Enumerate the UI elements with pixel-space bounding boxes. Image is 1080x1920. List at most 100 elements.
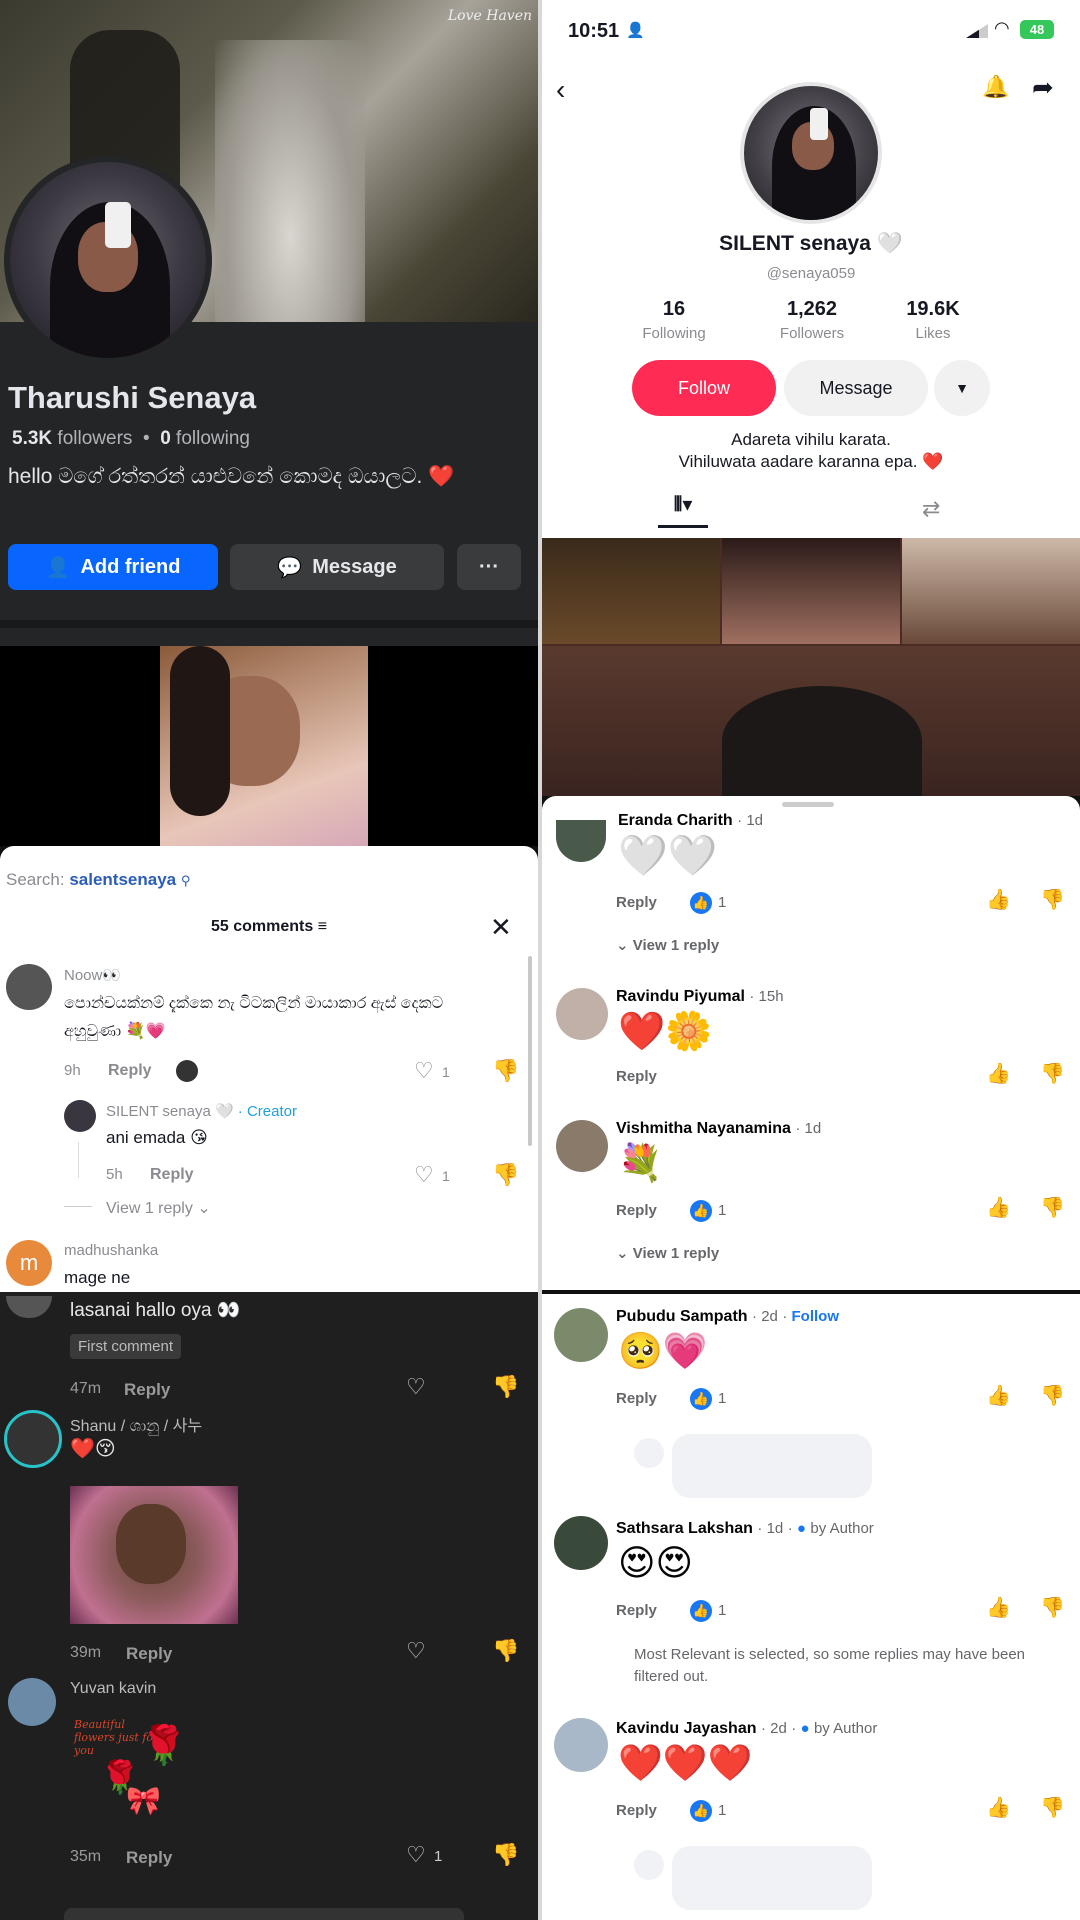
reply-button[interactable]: Reply (150, 1166, 194, 1184)
thumbs-up-icon[interactable]: 👍 (986, 1598, 1011, 1618)
avatar[interactable] (4, 1410, 62, 1468)
thumbs-up-icon[interactable]: 👍 (986, 890, 1011, 910)
following-label[interactable]: following (176, 428, 250, 449)
dislike-icon[interactable]: 👎 (492, 1376, 519, 1398)
comments-count: 55 comments ≡ (210, 918, 328, 935)
reply-button[interactable]: Reply (616, 1068, 657, 1085)
ribbon-icon: 🎀 (126, 1785, 161, 1816)
avatar[interactable] (556, 820, 606, 862)
close-icon[interactable]: ✕ (490, 914, 512, 940)
avatar[interactable] (556, 1120, 608, 1172)
reply-placeholder-avatar (634, 1438, 664, 1468)
view-replies[interactable]: ⌄ View 1 reply (616, 936, 719, 954)
stat-followers[interactable]: 1,262 Followers (762, 298, 862, 342)
flower-sticker[interactable]: Beautiful flowers just for you 🌹 🌹 🎀 (70, 1714, 240, 1826)
avatar[interactable] (556, 988, 608, 1040)
avatar[interactable] (554, 1718, 608, 1772)
avatar[interactable] (8, 1678, 56, 1726)
avatar[interactable]: m (6, 1240, 52, 1286)
reply-button[interactable]: Reply (616, 1202, 657, 1219)
comment-photo[interactable] (70, 1486, 238, 1624)
reply-button[interactable]: Reply (124, 1380, 170, 1400)
heart-icon[interactable]: ♡ (414, 1060, 434, 1082)
comment-user[interactable]: Eranda Charith · 1d (618, 812, 763, 830)
tiktok-avatar[interactable] (740, 82, 882, 224)
thumbs-down-icon[interactable]: 👎 (1040, 1598, 1065, 1618)
reply-button[interactable]: Reply (616, 894, 657, 911)
message-button[interactable]: 💬 Message (230, 544, 444, 590)
followers-label[interactable]: followers (57, 428, 132, 449)
comment-input-bar[interactable] (64, 1908, 464, 1920)
reply-button[interactable]: Reply (126, 1644, 172, 1664)
search-suggestion[interactable]: Search: salentsenaya ⚲ (6, 870, 190, 890)
repost-tab-icon[interactable]: ⇄ (922, 498, 940, 520)
view-replies[interactable]: View 1 reply ⌄ (106, 1198, 211, 1218)
thumbs-down-icon[interactable]: 👎 (1040, 890, 1065, 910)
commenter-avatar[interactable] (6, 964, 52, 1010)
bell-icon[interactable]: 🔔 (982, 76, 1009, 98)
video-frame[interactable] (160, 646, 368, 846)
thumbs-down-icon[interactable]: 👎 (1040, 1798, 1065, 1818)
heart-icon[interactable]: ♡ (414, 1164, 434, 1186)
follow-button[interactable]: Follow (632, 360, 776, 416)
comment-user[interactable]: madhushanka (64, 1242, 158, 1259)
comment-user[interactable]: Noow👀 (64, 966, 121, 984)
status-time: 10:51 (568, 20, 620, 42)
thumbs-down-icon[interactable]: 👎 (1040, 1386, 1065, 1406)
dislike-icon[interactable]: 👎 (492, 1060, 519, 1082)
reply-button[interactable]: Reply (616, 1602, 657, 1619)
signal-icon (966, 24, 988, 38)
dislike-icon[interactable]: 👎 (492, 1164, 519, 1186)
share-icon[interactable]: ➦ (1032, 74, 1054, 100)
filter-icon[interactable]: ≡ (318, 918, 327, 935)
thumbs-down-icon[interactable]: 👎 (1040, 1198, 1065, 1218)
tiktok-message-button[interactable]: Message (784, 360, 928, 416)
heart-icon[interactable]: ♡ (406, 1844, 426, 1866)
comment-user[interactable]: Vishmitha Nayanamina · 1d (616, 1120, 821, 1138)
drag-handle[interactable] (782, 802, 834, 807)
thumbs-up-icon[interactable]: 👍 (986, 1198, 1011, 1218)
avatar[interactable] (554, 1308, 608, 1362)
stat-following[interactable]: 16 Following (634, 298, 714, 342)
thumbs-up-icon[interactable]: 👍 (986, 1386, 1011, 1406)
back-icon[interactable]: ‹ (556, 76, 565, 104)
avatar[interactable] (6, 1296, 52, 1318)
video-thumb-1[interactable] (542, 538, 720, 644)
avatar[interactable] (554, 1516, 608, 1570)
reply-button[interactable]: Reply (126, 1848, 172, 1868)
reply-button[interactable]: Reply (616, 1802, 657, 1819)
comment-user[interactable]: Pubudu Sampath · 2d · Follow (616, 1308, 839, 1326)
dropdown-button[interactable]: ▼ (934, 360, 990, 416)
comment-user[interactable]: Ravindu Piyumal · 15h (616, 988, 784, 1006)
dislike-icon[interactable]: 👎 (492, 1640, 519, 1662)
creator-avatar[interactable] (64, 1100, 96, 1132)
more-options-button[interactable]: ··· (457, 544, 521, 590)
comment-user[interactable]: Sathsara Lakshan · 1d · ● by Author (616, 1520, 874, 1538)
dislike-icon[interactable]: 👎 (492, 1844, 519, 1866)
thumbs-down-icon[interactable]: 👎 (1040, 1064, 1065, 1084)
comment-user[interactable]: Kavindu Jayashan · 2d · ● by Author (616, 1720, 877, 1738)
follow-link[interactable]: Follow (792, 1308, 840, 1325)
creator-name[interactable]: SILENT senaya 🤍 · Creator (106, 1102, 297, 1120)
thumbs-up-icon[interactable]: 👍 (986, 1798, 1011, 1818)
separator-vertical (538, 0, 542, 1920)
video-thumb-3[interactable] (902, 538, 1080, 644)
videos-tab[interactable]: ⦀▾ (658, 492, 708, 528)
view-replies[interactable]: ⌄ View 1 reply (616, 1244, 719, 1262)
add-friend-button[interactable]: 👤 Add friend (8, 544, 218, 590)
thumbs-up-icon[interactable]: 👍 (986, 1064, 1011, 1084)
scrollbar[interactable] (528, 956, 532, 1146)
reply-button[interactable]: Reply (108, 1062, 152, 1080)
profile-avatar[interactable] (4, 156, 212, 364)
video-thumb-2[interactable] (722, 538, 900, 644)
comment-emoji: ❤️🌼 (618, 1011, 713, 1053)
rose-icon: 🌹 (140, 1725, 188, 1767)
creator-badge: · Creator (237, 1103, 297, 1120)
reply-button[interactable]: Reply (616, 1390, 657, 1407)
tiktok-profile-panel: 10:51 👤 ◠ 48 ‹ 🔔 ➦ SILENT senaya 🤍 @sena… (542, 0, 1080, 538)
stat-likes[interactable]: 19.6K Likes (888, 298, 978, 342)
comment-user[interactable]: Yuvan kavin (70, 1680, 156, 1698)
comment-user[interactable]: Shanu / ශානු / 사누 (70, 1412, 202, 1436)
heart-icon[interactable]: ♡ (406, 1640, 426, 1662)
heart-icon[interactable]: ♡ (406, 1376, 426, 1398)
